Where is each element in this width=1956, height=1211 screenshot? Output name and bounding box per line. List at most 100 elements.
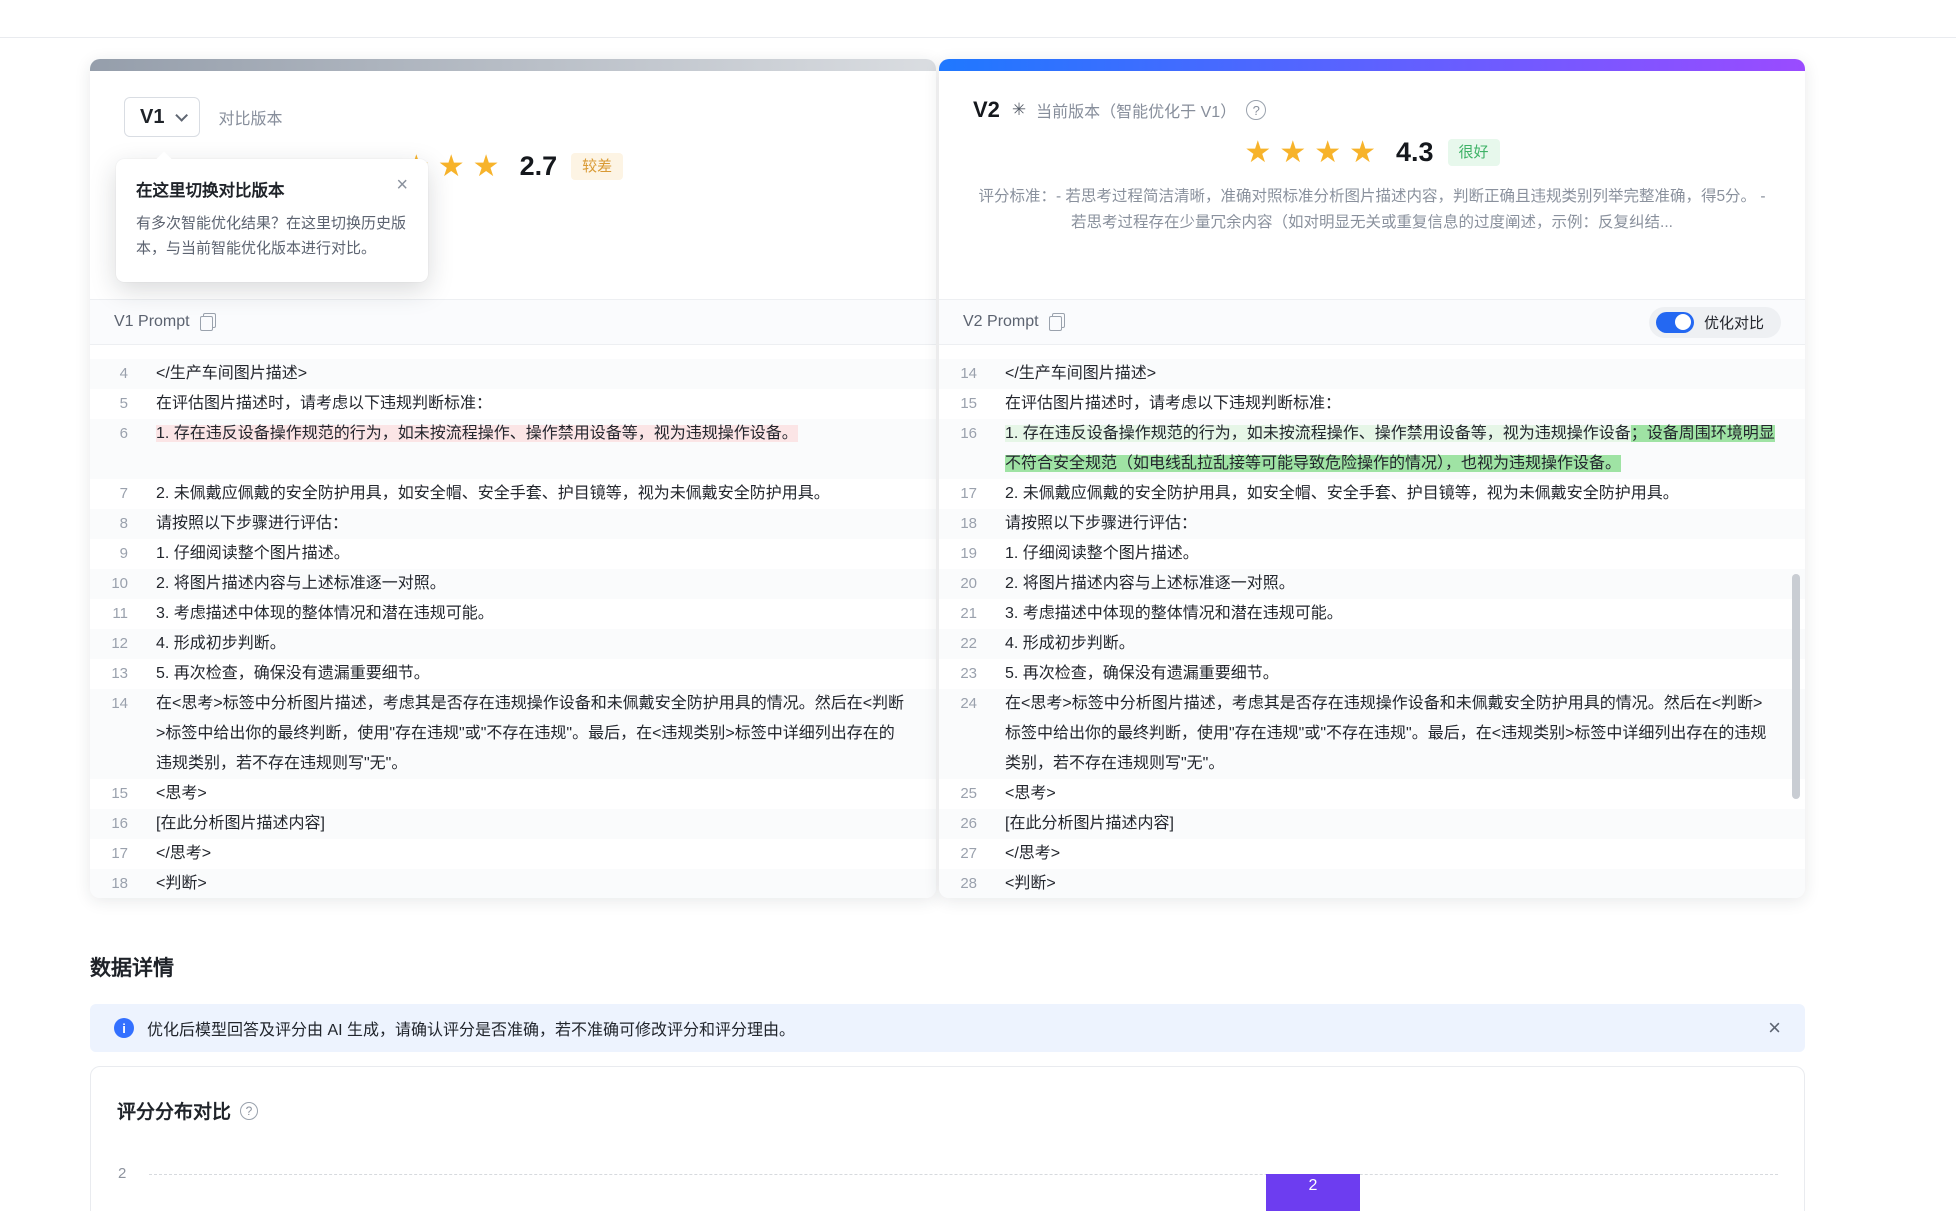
v2-panel-header: V2 ✳ 当前版本（智能优化于 V1） ? ★★★★ 4.3 很好 评分标准：-…	[939, 71, 1805, 299]
line-text: <思考>	[1005, 779, 1086, 809]
help-icon[interactable]: ?	[1246, 100, 1266, 120]
code-line: 18 请按照以下步骤进行评估：	[939, 509, 1805, 539]
code-line: 5在评估图片描述时，请考虑以下违规判断标准：	[90, 389, 936, 419]
line-text: <思考>	[156, 779, 237, 809]
line-number: 7	[90, 479, 128, 509]
line-number: 14	[939, 359, 977, 389]
v1-prompt-label: V1 Prompt	[114, 313, 190, 331]
diff-toggle-label: 优化对比	[1704, 312, 1764, 333]
compare-version-tooltip: 在这里切换对比版本 × 有多次智能优化结果？在这里切换历史版本，与当前智能优化版…	[116, 159, 428, 282]
code-line: 16 1. 存在违反设备操作规范的行为，如未按流程操作、操作禁用设备等，视为违规操…	[939, 419, 1805, 479]
copy-icon[interactable]	[1049, 313, 1065, 331]
v2-score-badge: 很好	[1448, 139, 1500, 167]
line-number: 11	[90, 599, 128, 629]
diff-toggle-pill: 优化对比	[1649, 307, 1781, 338]
line-text: 请按照以下步骤进行评估：	[156, 509, 378, 539]
line-number: 15	[90, 779, 128, 809]
bar-value-label: 2	[1309, 1177, 1318, 1195]
code-line: 102. 将图片描述内容与上述标准逐一对照。	[90, 569, 936, 599]
line-text: 在<思考>标签中分析图片描述，考虑其是否存在违规操作设备和未佩戴安全防护用具的情…	[156, 689, 936, 779]
code-line: 9 1. 仔细阅读整个图片描述。	[90, 539, 936, 569]
line-text: 5. 再次检查，确保没有遗漏重要细节。	[1005, 659, 1309, 689]
code-line: 202. 将图片描述内容与上述标准逐一对照。	[939, 569, 1805, 599]
line-number: 17	[90, 839, 128, 869]
code-line: 213. 考虑描述中体现的整体情况和潜在违规可能。	[939, 599, 1805, 629]
line-number: 25	[939, 779, 977, 809]
line-number: 26	[939, 809, 977, 839]
v1-score-badge: 较差	[571, 153, 623, 181]
line-text: 1. 仔细阅读整个图片描述。	[156, 539, 380, 569]
line-text: </思考>	[156, 839, 241, 869]
line-text: 请按照以下步骤进行评估：	[1005, 509, 1227, 539]
chevron-down-icon	[176, 109, 189, 122]
v2-prompt-toolbar: V2 Prompt 优化对比	[939, 299, 1805, 345]
code-line: 12 4. 形成初步判断。	[90, 629, 936, 659]
line-text: <判断>	[156, 869, 237, 898]
v1-prompt-toolbar: V1 Prompt	[90, 299, 936, 345]
v2-score: 4.3	[1396, 137, 1434, 168]
tooltip-title: 在这里切换对比版本	[136, 177, 285, 201]
line-text: </生产车间图片描述>	[1005, 359, 1186, 389]
line-text: 在评估图片描述时，请考虑以下违规判断标准：	[156, 389, 522, 419]
line-text: [在此分析图片描述内容]	[156, 809, 355, 839]
banner-text: 优化后模型回答及评分由 AI 生成，请确认评分是否准确，若不准确可修改评分和评分…	[147, 1016, 795, 1040]
line-text: 1. 仔细阅读整个图片描述。	[1005, 539, 1229, 569]
v1-version-dropdown[interactable]: V1	[124, 97, 200, 137]
compare-version-label: 对比版本	[218, 105, 282, 129]
v1-version-label: V1	[140, 106, 164, 129]
line-number: 14	[90, 689, 128, 719]
code-line: 22 4. 形成初步判断。	[939, 629, 1805, 659]
line-text: </思考>	[1005, 839, 1090, 869]
line-number: 19	[939, 539, 977, 569]
line-text: [在此分析图片描述内容]	[1005, 809, 1204, 839]
v1-panel: V1 对比版本 ★★★ 2.7 较差 在这里切换对比版本 × 有多	[90, 59, 936, 898]
line-number: 28	[939, 869, 977, 898]
divider	[0, 37, 1956, 38]
line-text: 2. 未佩戴应佩戴的安全防护用具，如安全帽、安全手套、护目镜等，视为未佩戴安全防…	[156, 479, 860, 509]
chart-bar: 2	[1266, 1174, 1360, 1211]
line-number: 16	[939, 419, 977, 449]
code-line: 15 <思考>	[90, 779, 936, 809]
code-line: 8 请按照以下步骤进行评估：	[90, 509, 936, 539]
line-number: 18	[939, 509, 977, 539]
code-line: 14 </生产车间图片描述>	[939, 359, 1805, 389]
line-text: 1. 存在违反设备操作规范的行为，如未按流程操作、操作禁用设备等，视为违规操作设…	[1005, 419, 1805, 479]
code-line: 18<判断>	[90, 869, 936, 898]
line-text: 4. 形成初步判断。	[1005, 629, 1165, 659]
line-number: 12	[90, 629, 128, 659]
v2-prompt-label: V2 Prompt	[963, 313, 1039, 331]
line-text: 4. 形成初步判断。	[156, 629, 316, 659]
banner-close-icon[interactable]: ×	[1768, 1017, 1781, 1039]
v2-accent-bar	[939, 59, 1805, 71]
line-text: <判断>	[1005, 869, 1086, 898]
code-line: 26 [在此分析图片描述内容]	[939, 809, 1805, 839]
code-line: 135. 再次检查，确保没有遗漏重要细节。	[90, 659, 936, 689]
line-number: 22	[939, 629, 977, 659]
code-line: 27 </思考>	[939, 839, 1805, 869]
y-axis-tick: 2	[118, 1165, 126, 1182]
v2-version-label: V2	[973, 97, 1000, 123]
code-line: 4</生产车间图片描述>	[90, 359, 936, 389]
line-text: 1. 存在违反设备操作规范的行为，如未按流程操作、操作禁用设备等，视为违规操作设…	[156, 419, 828, 449]
line-number: 8	[90, 509, 128, 539]
code-line: 28 <判断>	[939, 869, 1805, 898]
v1-score: 2.7	[520, 151, 558, 182]
copy-icon[interactable]	[200, 313, 216, 331]
line-number: 9	[90, 539, 128, 569]
tooltip-body: 有多次智能优化结果？在这里切换历史版本，与当前智能优化版本进行对比。	[136, 212, 408, 262]
v2-score-criteria: 评分标准：- 若思考过程简洁清晰，准确对照标准分析图片描述内容，判断正确且违规类…	[977, 184, 1767, 236]
v1-accent-bar	[90, 59, 936, 71]
code-line: 15在评估图片描述时，请考虑以下违规判断标准：	[939, 389, 1805, 419]
scrollbar-thumb[interactable]	[1792, 574, 1800, 799]
line-number: 17	[939, 479, 977, 509]
tooltip-close-icon[interactable]: ×	[396, 175, 408, 195]
v2-prompt-code[interactable]: 14 </生产车间图片描述>15在评估图片描述时，请考虑以下违规判断标准：16 1.…	[939, 345, 1805, 898]
score-distribution-card: 评分分布对比 ? 2 2	[90, 1066, 1805, 1211]
line-number: 27	[939, 839, 977, 869]
v1-prompt-code[interactable]: 4</生产车间图片描述>5在评估图片描述时，请考虑以下违规判断标准：61. 存在…	[90, 345, 936, 898]
diff-toggle-switch[interactable]	[1656, 312, 1694, 333]
code-line: 172. 未佩戴应佩戴的安全防护用具，如安全帽、安全手套、护目镜等，视为未佩戴安…	[939, 479, 1805, 509]
line-number: 13	[90, 659, 128, 689]
v2-panel: V2 ✳ 当前版本（智能优化于 V1） ? ★★★★ 4.3 很好 评分标准：-…	[939, 59, 1805, 898]
v1-panel-header: V1 对比版本 ★★★ 2.7 较差 在这里切换对比版本 × 有多	[90, 71, 936, 299]
